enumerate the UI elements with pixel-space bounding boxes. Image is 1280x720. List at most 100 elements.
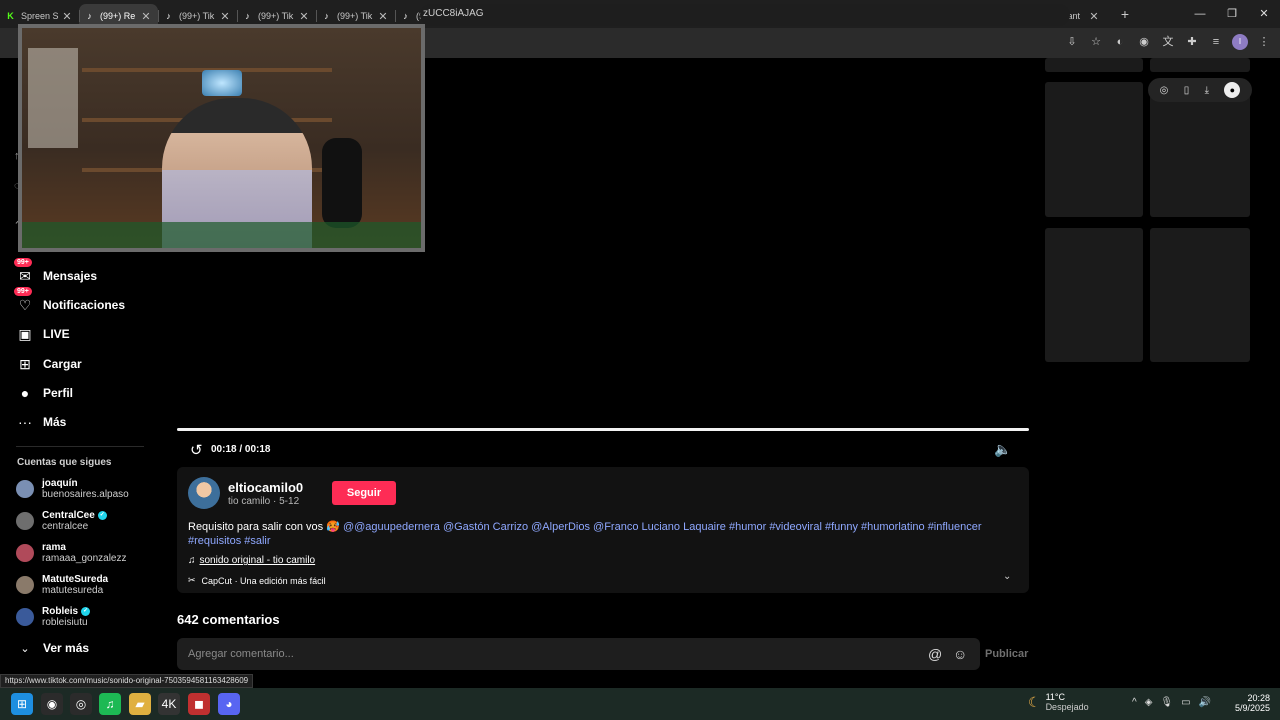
- close-window-button[interactable]: ✕: [1248, 0, 1280, 28]
- streamer-app-icon[interactable]: ◼: [188, 693, 210, 715]
- close-tab-icon[interactable]: ✕: [140, 10, 152, 23]
- description-tags-line2[interactable]: #requisitos #salir: [188, 535, 271, 547]
- creator-avatar[interactable]: [188, 477, 220, 509]
- capcut-anchor[interactable]: ✂ CapCut · Una edición más fácil: [188, 575, 326, 586]
- avatar: [16, 544, 34, 562]
- user-avatar-icon[interactable]: ●: [1224, 82, 1241, 98]
- weather-widget[interactable]: ☾ 11°C Despejado: [1028, 692, 1089, 712]
- tab-title: (99+) Tik: [179, 11, 215, 21]
- suggested-video-thumbnail[interactable]: [1150, 228, 1250, 362]
- follow-button[interactable]: Seguir: [332, 481, 396, 505]
- video-progress-bar[interactable]: [177, 428, 1029, 431]
- close-tab-icon[interactable]: ✕: [219, 10, 231, 23]
- close-tab-icon[interactable]: ✕: [1088, 10, 1100, 23]
- sidebar-item-notificaciones[interactable]: ♡ 99+ Notificaciones: [14, 287, 125, 315]
- creator-username[interactable]: eltiocamilo0: [228, 480, 303, 495]
- followed-account[interactable]: MatuteSureda matutesureda: [16, 574, 108, 596]
- chevron-down-icon: ⌄: [20, 642, 30, 655]
- 4k-app-icon[interactable]: 4K: [158, 693, 180, 715]
- bookmark-star-icon[interactable]: ☆: [1088, 34, 1104, 50]
- sidebar-item-live[interactable]: ▣ LIVE: [16, 324, 69, 344]
- discord-icon[interactable]: ◕: [218, 693, 240, 715]
- account-name: MatuteSureda: [42, 574, 109, 585]
- chevron-up-icon[interactable]: ^: [1132, 697, 1137, 708]
- obs-icon[interactable]: ◎: [70, 693, 92, 715]
- bell-icon: ♡: [18, 296, 32, 313]
- taskbar-clock[interactable]: 20:28 5/9/2025: [1232, 693, 1270, 713]
- publish-button[interactable]: Publicar: [985, 648, 1028, 660]
- speaker-icon[interactable]: 🔊: [1199, 697, 1211, 708]
- security-icon[interactable]: ◈: [1145, 697, 1153, 708]
- suggested-video-thumbnail[interactable]: [1045, 228, 1143, 362]
- account-handle: buenosaires.alpaso: [42, 489, 129, 500]
- comment-input-box[interactable]: [177, 638, 980, 670]
- media-control-icon[interactable]: ≡: [1208, 34, 1224, 50]
- avatar: [16, 608, 34, 626]
- file-explorer-icon[interactable]: ▰: [129, 693, 151, 715]
- address-bar-text[interactable]: zUCC8iAJAG: [423, 8, 484, 19]
- minimize-button[interactable]: —: [1184, 0, 1216, 28]
- see-more-button[interactable]: ⌄ Ver más: [16, 638, 89, 658]
- address-bar[interactable]: [420, 4, 1070, 26]
- mention-icon[interactable]: @: [928, 646, 942, 662]
- account-handle: robleisiutu: [42, 617, 88, 628]
- sidebar-item-perfil[interactable]: ● Perfil: [16, 383, 73, 403]
- coin-icon[interactable]: ◎: [1160, 85, 1169, 96]
- extension-icon[interactable]: ◐: [1112, 34, 1128, 50]
- comment-input[interactable]: Agregar comentario...: [188, 648, 294, 660]
- see-more-label: Ver más: [43, 641, 90, 655]
- followed-account[interactable]: rama ramaaa_gonzalezz: [16, 542, 127, 564]
- profile-avatar-icon[interactable]: I: [1232, 34, 1248, 50]
- extensions-puzzle-icon[interactable]: ✚: [1184, 34, 1200, 50]
- display-icon[interactable]: ▭: [1181, 697, 1190, 708]
- emoji-icon[interactable]: ☺: [953, 646, 967, 662]
- translate-icon[interactable]: 文: [1160, 34, 1176, 50]
- tiktok-favicon-icon: ♪: [87, 10, 92, 21]
- close-tab-icon[interactable]: ✕: [61, 10, 73, 23]
- chrome-icon[interactable]: ◉: [41, 693, 63, 715]
- install-app-icon[interactable]: ⇩: [1064, 34, 1080, 50]
- sound-link[interactable]: ♫ sonido original - tio camilo: [188, 555, 315, 566]
- close-tab-icon[interactable]: ✕: [377, 10, 389, 23]
- sidebar-item-ms[interactable]: ··· Más: [16, 412, 66, 432]
- followed-account[interactable]: Robleis ✓ robleisiutu: [16, 606, 91, 628]
- suggested-video-thumbnail[interactable]: [1045, 58, 1143, 72]
- device-icon[interactable]: ▯: [1184, 85, 1190, 96]
- followed-account[interactable]: CentralCee ✓ centralcee: [16, 510, 107, 532]
- suggested-video-thumbnail[interactable]: [1045, 82, 1143, 217]
- link-preview-status: https://www.tiktok.com/music/sonido-orig…: [0, 674, 254, 688]
- chevron-down-icon[interactable]: ⌄: [1003, 571, 1011, 582]
- close-tab-icon[interactable]: ✕: [298, 10, 310, 23]
- download-icon[interactable]: ⤓: [1205, 85, 1209, 96]
- browser-menu-icon[interactable]: ⋮: [1256, 34, 1272, 50]
- system-tray: ^ ◈ 🎙 ▭ 🔊: [1132, 697, 1211, 708]
- comments-count: 642 comentarios: [177, 612, 280, 627]
- weather-desc: Despejado: [1045, 702, 1089, 712]
- suggested-video-thumbnail[interactable]: [1150, 58, 1250, 72]
- spotify-icon[interactable]: ♫: [99, 693, 121, 715]
- account-name: joaquín: [42, 478, 78, 489]
- suggested-video-thumbnail[interactable]: [1150, 82, 1250, 217]
- sidebar-item-label: Más: [43, 415, 67, 429]
- microphone-icon[interactable]: 🎙: [1160, 697, 1173, 708]
- extension-icon[interactable]: ◉: [1136, 34, 1152, 50]
- followed-account[interactable]: joaquín buenosaires.alpaso: [16, 478, 129, 500]
- avatar: [16, 512, 34, 530]
- description-tags[interactable]: @@aguupedernera @Gastón Carrizo @AlperDi…: [343, 521, 982, 533]
- new-tab-button[interactable]: +: [1114, 6, 1136, 22]
- volume-icon[interactable]: 🔈: [994, 441, 1011, 458]
- sidebar-divider: [16, 446, 144, 447]
- clock-date: 5/9/2025: [1234, 703, 1270, 713]
- sidebar-item-mensajes[interactable]: ✉ 99+ Mensajes: [14, 258, 97, 286]
- sidebar-item-cargar[interactable]: ⊞ Cargar: [16, 354, 82, 374]
- webcam-overlay: [18, 24, 425, 252]
- account-handle: ramaaa_gonzalezz: [42, 553, 127, 564]
- restore-button[interactable]: ❐: [1216, 0, 1248, 28]
- replay-icon[interactable]: ↺: [190, 441, 203, 459]
- start-icon[interactable]: ⊞: [11, 693, 33, 715]
- capcut-label[interactable]: CapCut · Una edición más fácil: [202, 576, 326, 586]
- clock-time: 20:28: [1247, 693, 1270, 703]
- window-controls: — ❐ ✕: [1184, 0, 1280, 28]
- sound-label[interactable]: sonido original - tio camilo: [200, 555, 316, 566]
- tiktok-favicon-icon: ♪: [324, 10, 329, 21]
